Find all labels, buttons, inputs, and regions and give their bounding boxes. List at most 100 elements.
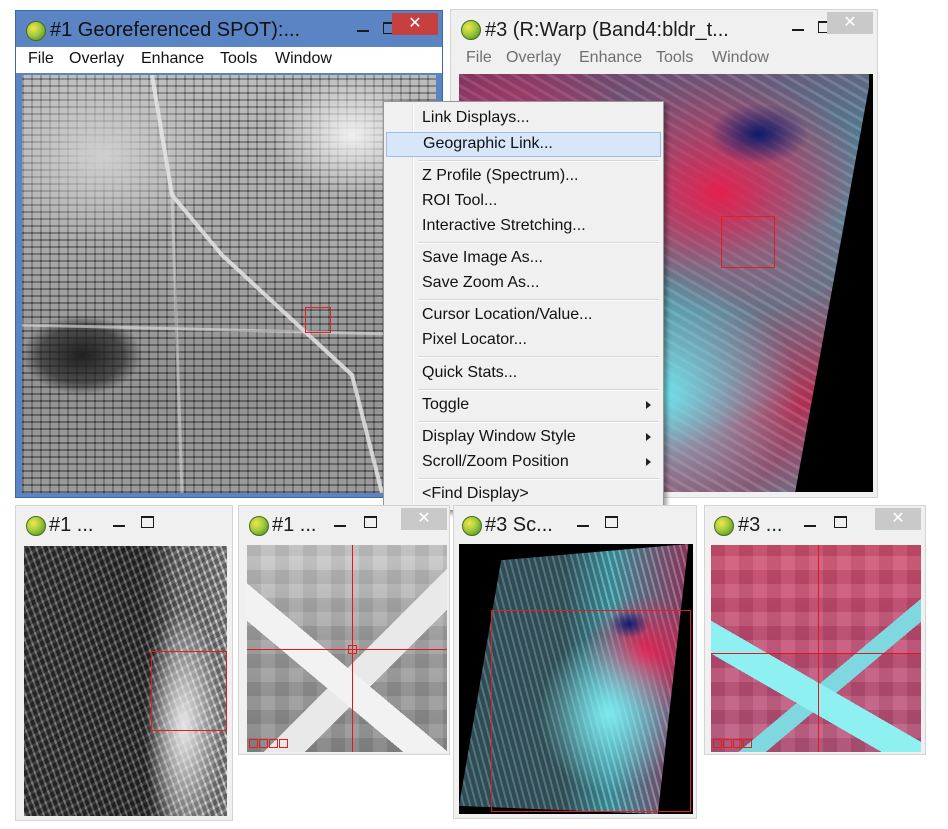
menu-item-cursor-location[interactable]: Cursor Location/Value... xyxy=(386,303,661,328)
title-bar[interactable]: #1 ... ✕ xyxy=(239,506,449,542)
menu-overlay[interactable]: Overlay xyxy=(506,49,561,67)
minimize-button[interactable] xyxy=(350,17,376,39)
menu-tools[interactable]: Tools xyxy=(656,49,693,67)
menu-item-interactive-stretching[interactable]: Interactive Stretching... xyxy=(386,214,661,239)
scroll-image-view[interactable] xyxy=(459,544,693,814)
menu-item-toggle[interactable]: Toggle xyxy=(386,393,661,418)
globe-icon xyxy=(249,516,269,536)
maximize-button[interactable] xyxy=(134,511,160,533)
menu-separator xyxy=(418,421,659,423)
title-bar[interactable]: #1 ... xyxy=(16,506,232,542)
menu-bar: File Overlay Enhance Tools Window xyxy=(16,47,442,73)
title-bar[interactable]: #3 Sc... xyxy=(454,506,696,542)
menu-bar: File Overlay Enhance Tools Window xyxy=(451,46,877,72)
menu-item-z-profile[interactable]: Z Profile (Spectrum)... xyxy=(386,164,661,189)
globe-icon xyxy=(462,516,482,536)
crosshair-horizontal xyxy=(711,653,921,654)
zoom-out-icon[interactable] xyxy=(713,739,722,748)
close-button[interactable]: ✕ xyxy=(392,13,438,35)
globe-icon xyxy=(26,516,46,536)
context-menu: Link Displays... Geographic Link... Z Pr… xyxy=(383,101,664,511)
minimize-button[interactable] xyxy=(797,512,823,534)
maximize-button[interactable] xyxy=(598,511,624,533)
title-bar[interactable]: #3 ... ✕ xyxy=(705,506,925,542)
display-window-1[interactable]: #1 Georeferenced SPOT):... ✕ File Overla… xyxy=(15,10,443,498)
menu-separator xyxy=(418,299,659,301)
globe-icon xyxy=(461,20,481,40)
menu-item-label: Save Zoom As... xyxy=(422,274,540,291)
menu-separator xyxy=(418,242,659,244)
menu-window[interactable]: Window xyxy=(712,49,769,67)
menu-item-save-image-as[interactable]: Save Image As... xyxy=(386,246,661,271)
window-title: #1 ... xyxy=(272,514,317,536)
zoom-crosshair-icon[interactable] xyxy=(743,739,752,748)
menu-item-geographic-link[interactable]: Geographic Link... xyxy=(386,132,661,157)
zoom-image-view[interactable] xyxy=(711,545,921,752)
zoom-reset-icon[interactable] xyxy=(269,739,278,748)
submenu-arrow-icon xyxy=(646,401,651,409)
globe-icon xyxy=(26,21,46,41)
roads-overlay xyxy=(22,75,436,493)
menu-overlay[interactable]: Overlay xyxy=(69,50,124,68)
menu-item-scroll-zoom-position[interactable]: Scroll/Zoom Position xyxy=(386,450,661,475)
menu-separator xyxy=(418,478,659,480)
menu-item-label: Z Profile (Spectrum)... xyxy=(422,167,579,184)
minimize-button[interactable] xyxy=(327,512,353,534)
menu-item-pixel-locator[interactable]: Pixel Locator... xyxy=(386,328,661,353)
menu-item-label: Link Displays... xyxy=(422,109,530,126)
close-button[interactable]: ✕ xyxy=(401,508,447,530)
zoom-control-icon[interactable] xyxy=(713,739,752,748)
zoom-control-icon[interactable] xyxy=(249,739,288,748)
minimize-button[interactable] xyxy=(785,16,811,38)
close-button[interactable]: ✕ xyxy=(827,12,873,34)
menu-item-label: Save Image As... xyxy=(422,249,543,266)
menu-item-label: ROI Tool... xyxy=(422,192,498,209)
menu-item-label: Quick Stats... xyxy=(422,364,518,381)
zoom-in-icon[interactable] xyxy=(723,739,732,748)
maximize-button[interactable] xyxy=(357,511,383,533)
window-title: #3 Sc... xyxy=(485,514,553,536)
menu-file[interactable]: File xyxy=(466,49,492,67)
menu-separator xyxy=(418,160,659,162)
zoom-out-icon[interactable] xyxy=(249,739,258,748)
zoom-crosshair-icon[interactable] xyxy=(279,739,288,748)
zoom-reset-icon[interactable] xyxy=(733,739,742,748)
menu-item-roi-tool[interactable]: ROI Tool... xyxy=(386,189,661,214)
menu-item-save-zoom-as[interactable]: Save Zoom As... xyxy=(386,271,661,296)
title-bar[interactable]: #3 (R:Warp (Band4:bldr_t... ✕ xyxy=(451,10,877,46)
menu-item-display-window-style[interactable]: Display Window Style xyxy=(386,425,661,450)
scroll-image-view[interactable] xyxy=(24,546,227,816)
menu-item-quick-stats[interactable]: Quick Stats... xyxy=(386,361,661,386)
menu-item-label: Scroll/Zoom Position xyxy=(422,453,569,470)
menu-item-label: Cursor Location/Value... xyxy=(422,306,593,323)
display-box[interactable] xyxy=(491,610,691,812)
menu-enhance[interactable]: Enhance xyxy=(579,49,642,67)
menu-item-find-display[interactable]: <Find Display> xyxy=(386,482,661,507)
zoom-window-1[interactable]: #1 ... ✕ xyxy=(238,505,450,755)
menu-window[interactable]: Window xyxy=(275,50,332,68)
crosshair-center xyxy=(348,645,357,654)
close-button[interactable]: ✕ xyxy=(875,508,921,530)
menu-item-label: <Find Display> xyxy=(422,485,529,502)
menu-item-label: Display Window Style xyxy=(422,428,576,445)
zoom-image-view[interactable] xyxy=(247,545,447,752)
zoom-window-3[interactable]: #3 ... ✕ xyxy=(704,505,926,755)
menu-tools[interactable]: Tools xyxy=(220,50,257,68)
menu-file[interactable]: File xyxy=(28,50,54,68)
minimize-button[interactable] xyxy=(106,512,132,534)
scroll-window-1[interactable]: #1 ... xyxy=(15,505,233,821)
crosshair-horizontal xyxy=(247,649,447,650)
zoom-box[interactable] xyxy=(305,307,331,333)
display-box[interactable] xyxy=(151,651,227,731)
zoom-in-icon[interactable] xyxy=(259,739,268,748)
zoom-box[interactable] xyxy=(721,216,775,268)
image-view[interactable] xyxy=(22,75,436,493)
scroll-window-3[interactable]: #3 Sc... xyxy=(453,505,697,819)
title-bar[interactable]: #1 Georeferenced SPOT):... ✕ xyxy=(16,11,442,47)
menu-separator xyxy=(418,356,659,358)
maximize-button[interactable] xyxy=(827,511,853,533)
menu-item-label: Pixel Locator... xyxy=(422,331,527,348)
minimize-button[interactable] xyxy=(570,512,596,534)
menu-item-link-displays[interactable]: Link Displays... xyxy=(386,106,661,131)
menu-enhance[interactable]: Enhance xyxy=(141,50,204,68)
